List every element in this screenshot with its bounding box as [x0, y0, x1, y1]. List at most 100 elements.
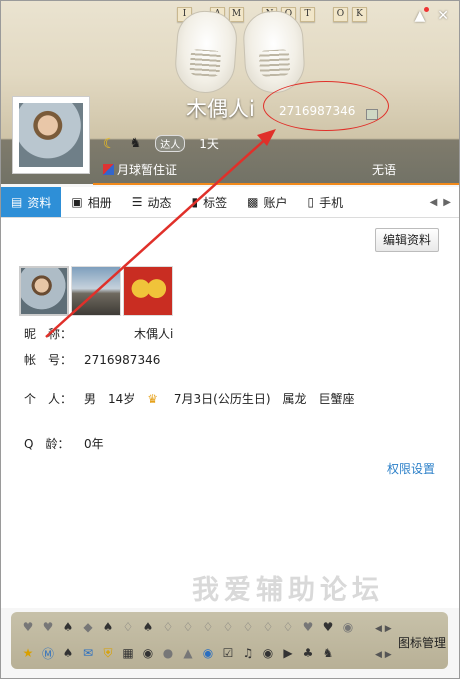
crown-icon: ♛ [147, 392, 159, 406]
game-icon[interactable]: ♣ [299, 644, 317, 662]
letter-tile: O [333, 7, 348, 22]
mail-icon[interactable]: ✉ [79, 644, 97, 662]
qage-row: Q 龄： 0年 [24, 435, 104, 452]
skin-shirt-icon[interactable]: ▲ [414, 7, 430, 23]
camera-icon[interactable]: ◉ [139, 644, 157, 662]
zodiac: 属龙 [282, 392, 307, 406]
shield-icon[interactable]: ⛨ [99, 644, 117, 662]
tab-phone[interactable]: ▯ 手机 [297, 187, 353, 217]
icon-row: ★ Ⓜ ♠ ✉ ⛨ ▦ ◉ ● ▲ ◉ ☑ ♫ ◉ ▶ ♣ ♞ [19, 644, 337, 662]
app-icon[interactable]: ▦ [119, 644, 137, 662]
account-row: 帐 号： 2716987346 [24, 351, 160, 368]
chat-icon[interactable]: ● [159, 644, 177, 662]
birthday: 7月3日(公历生日) [173, 392, 271, 406]
tab-label: 标签 [203, 195, 228, 210]
wallet-icon: ▩ [247, 195, 259, 209]
close-icon[interactable]: ✕ [437, 9, 449, 23]
personal-row: 个 人： 男 14岁 ♛ 7月3日(公历生日) 属龙 巨蟹座 [24, 390, 367, 407]
certificate[interactable]: 月球暂住证 [103, 161, 177, 178]
avatar[interactable] [12, 96, 90, 174]
tab-label: 账户 [263, 195, 288, 210]
photo-thumbnail[interactable] [19, 266, 69, 316]
penguin-icon[interactable]: ♠ [99, 618, 117, 636]
security-icon[interactable]: ◉ [199, 644, 217, 662]
eye-icon[interactable]: ◉ [259, 644, 277, 662]
pet-icon[interactable]: ♞ [319, 644, 337, 662]
diamond-icon[interactable]: ♢ [259, 618, 277, 636]
icon-row: ♥ ♥ ♠ ◆ ♠ ♢ ♠ ♢ ♢ ♢ ♢ ♢ ♢ ♢ ♥ ♥ ◉ [19, 618, 357, 636]
tile-gap [319, 7, 329, 22]
tab-feed[interactable]: ☰ 动态 [122, 187, 182, 217]
hat-icon[interactable]: ▲ [179, 644, 197, 662]
diamond-icon[interactable]: ♢ [119, 618, 137, 636]
field-label: 昵 称： [24, 327, 73, 341]
heart-icon[interactable]: ♥ [319, 618, 337, 636]
tab-label: 手机 [319, 195, 344, 210]
penguin-icon[interactable]: ♠ [139, 618, 157, 636]
icon-manage-link[interactable]: 图标管理 [398, 634, 446, 651]
age: 14岁 [108, 392, 136, 406]
field-label: 帐 号： [24, 353, 73, 367]
tab-label: 动态 [147, 195, 172, 210]
notification-dot [424, 7, 430, 12]
moon-icon[interactable]: ☾ [103, 136, 116, 152]
diamond-icon[interactable]: ♢ [179, 618, 197, 636]
diamond-icon[interactable]: ♢ [239, 618, 257, 636]
diamond-icon[interactable]: ♢ [199, 618, 217, 636]
certificate-icon [103, 164, 114, 175]
constellation: 巨蟹座 [318, 392, 355, 406]
checkbox-icon[interactable]: ☑ [219, 644, 237, 662]
tab-profile[interactable]: ▤ 资料 [1, 187, 62, 217]
gender: 男 [84, 392, 97, 406]
tab-label: 资料 [27, 195, 52, 210]
heart-icon[interactable]: ♥ [39, 618, 57, 636]
expert-badge[interactable]: 达人 [155, 135, 186, 152]
tab-next-icon[interactable]: ▶ [443, 197, 451, 208]
tab-account[interactable]: ▩ 账户 [237, 187, 297, 217]
feed-icon: ☰ [131, 195, 143, 209]
tab-album[interactable]: ▣ 相册 [61, 187, 121, 217]
edit-profile-button[interactable]: 编辑资料 [374, 228, 439, 252]
permission-settings-link[interactable]: 权限设置 [387, 460, 435, 477]
letter-tile: T [300, 7, 315, 22]
tab-tags[interactable]: ▮ 标签 [182, 187, 238, 217]
diamond-icon[interactable]: ♢ [219, 618, 237, 636]
diamond-icon[interactable]: ♢ [159, 618, 177, 636]
letter-tile: K [352, 7, 367, 22]
icon-scroll-row2[interactable]: ◀ ▶ [375, 650, 392, 660]
photo-thumbnail[interactable] [71, 266, 121, 316]
personal-values: 男 14岁 ♛ 7月3日(公历生日) 属龙 巨蟹座 [84, 390, 367, 407]
annotation-ellipse [263, 81, 389, 131]
diamond-icon[interactable]: ♢ [279, 618, 297, 636]
penguin-icon[interactable]: ♠ [59, 644, 77, 662]
status-row: ☾ ♞ 达人 1天 [103, 135, 219, 152]
nickname: 木偶人i [186, 97, 255, 121]
photo-strip [19, 266, 173, 316]
avatar-image [19, 103, 83, 167]
id-card-icon: ▤ [11, 195, 23, 209]
pet-icon[interactable]: ♞ [130, 136, 142, 151]
diamond-icon[interactable]: ◆ [79, 618, 97, 636]
qage-value: 0年 [84, 437, 104, 451]
heart-icon[interactable]: ♥ [299, 618, 317, 636]
badge-icon[interactable]: ◉ [339, 618, 357, 636]
photo-thumbnail[interactable] [123, 266, 173, 316]
signature[interactable]: 无语 [372, 161, 396, 178]
music-icon[interactable]: ♫ [239, 644, 257, 662]
field-label: 个 人： [24, 392, 73, 406]
icon-scroll-row1[interactable]: ◀ ▶ [375, 624, 392, 634]
penguin-icon[interactable]: ♠ [59, 618, 77, 636]
profile-window: I A M N O T O K ▲ ✕ 木偶人i 2716987346 ☾ ♞ … [0, 0, 460, 679]
left-shoe-illustration [173, 9, 239, 95]
expert-badge-label: 达人 [160, 140, 181, 151]
bookmark-icon: ▮ [191, 195, 199, 209]
video-icon[interactable]: ▶ [279, 644, 297, 662]
account-value: 2716987346 [84, 353, 161, 367]
photo-album-icon: ▣ [71, 195, 83, 209]
icon-bar: ♥ ♥ ♠ ◆ ♠ ♢ ♠ ♢ ♢ ♢ ♢ ♢ ♢ ♢ ♥ ♥ ◉ ★ Ⓜ ♠ … [11, 612, 448, 669]
qzone-icon[interactable]: Ⓜ [39, 644, 57, 662]
star-icon[interactable]: ★ [19, 644, 37, 662]
heart-icon[interactable]: ♥ [19, 618, 37, 636]
accent-line [93, 183, 459, 185]
tab-prev-icon[interactable]: ◀ [430, 197, 438, 208]
